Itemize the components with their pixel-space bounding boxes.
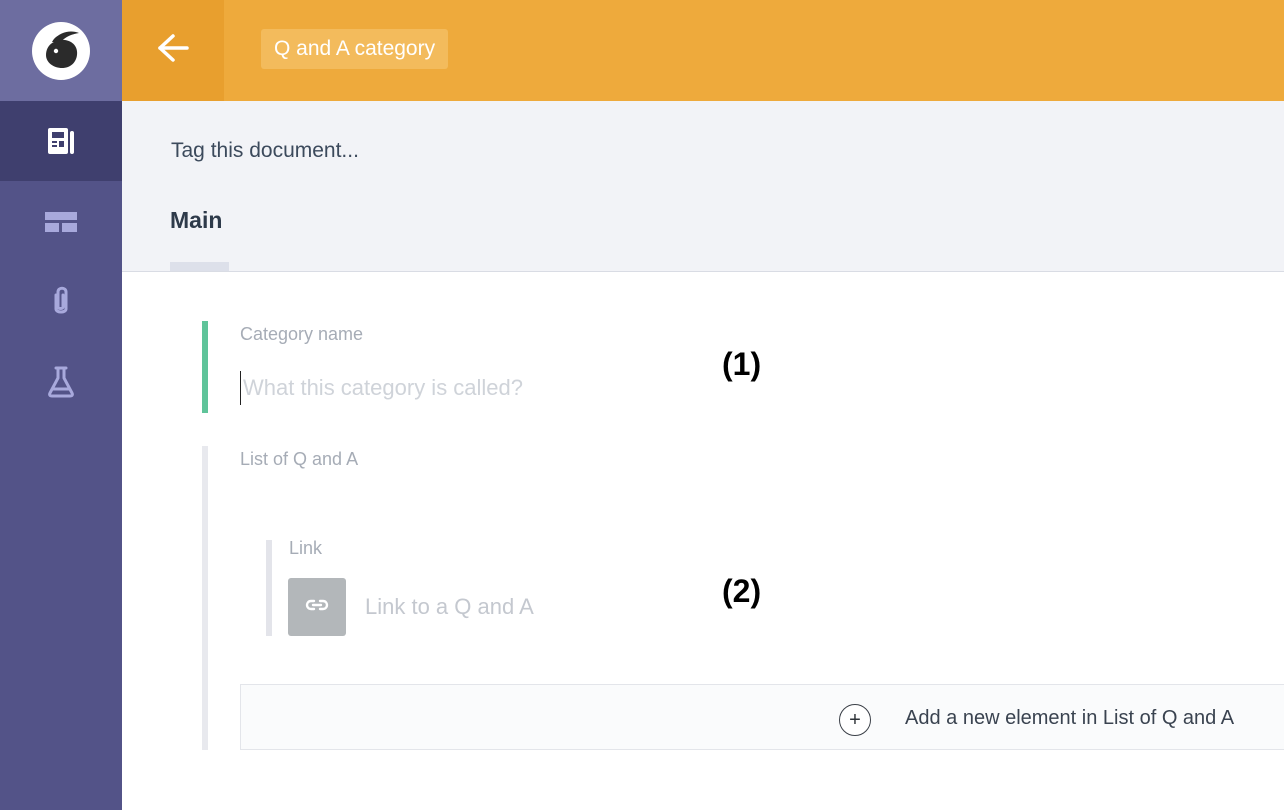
annotation-2: (2) [722,573,762,609]
sidebar [0,0,122,810]
plus-icon: + [839,704,871,736]
slices-icon [45,210,77,234]
qa-list-label: List of Q and A [240,449,359,469]
back-arrow-icon [156,33,190,68]
link-picker-button[interactable] [288,578,346,636]
back-button[interactable] [122,0,224,101]
paperclip-icon [49,285,73,319]
tag-document-input[interactable]: Tag this document... [171,139,359,163]
tab-main-indicator [170,262,229,271]
document-title: Q and A category [261,29,449,69]
link-placeholder[interactable]: Link to a Q and A [365,594,534,620]
document-icon [45,125,77,157]
sidebar-item-media[interactable] [0,262,122,342]
sidebar-item-documents[interactable] [0,101,122,181]
rabbit-logo-icon[interactable] [32,21,90,80]
top-bar: Q and A category [122,0,1284,101]
logo-area[interactable] [0,0,122,101]
category-name-field: Category name [202,321,702,413]
sidebar-item-slices[interactable] [0,182,122,262]
link-label: Link [289,538,323,558]
document-header: Tag this document... Main [122,101,1284,272]
flask-icon [46,365,76,399]
sidebar-item-experiments[interactable] [0,342,122,422]
annotation-1: (1) [722,346,762,382]
tab-main[interactable]: Main [170,207,222,234]
add-element-label: Add a new element in List of Q and A [905,707,1235,729]
add-element-button[interactable]: + Add a new element in List of Q and A [240,684,1284,750]
category-name-label: Category name [240,324,364,344]
category-name-input[interactable] [240,371,680,405]
link-icon [305,598,329,617]
link-field: Link Link to a Q and A [266,538,666,636]
